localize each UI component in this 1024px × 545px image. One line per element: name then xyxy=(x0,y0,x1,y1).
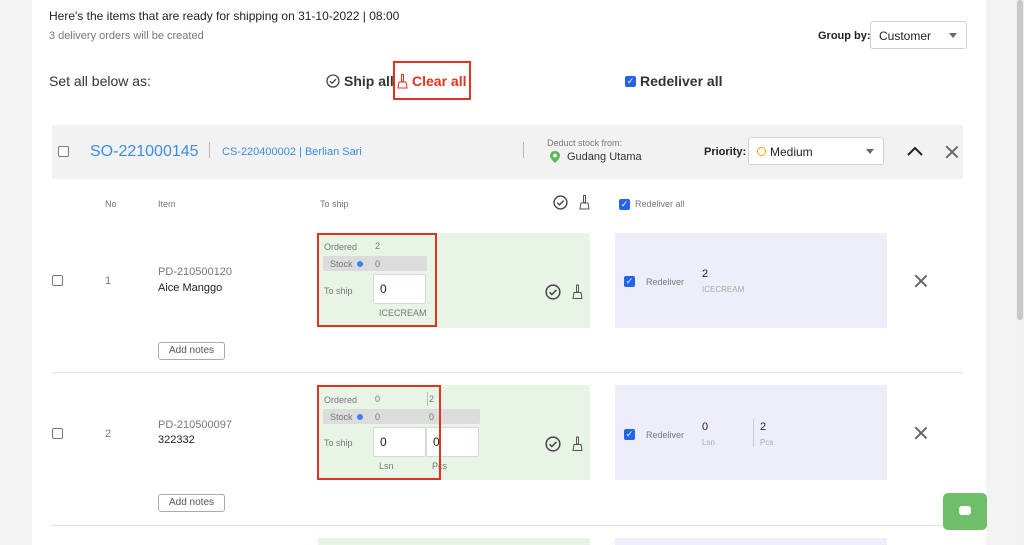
group-by-label: Group by: xyxy=(818,30,871,42)
broom-icon[interactable] xyxy=(572,284,583,300)
priority-select[interactable]: Medium xyxy=(748,137,884,165)
redeliver-checkbox[interactable]: ✓ xyxy=(624,276,635,287)
group-by-select[interactable]: Customer xyxy=(870,21,967,49)
chevron-down-icon xyxy=(949,33,957,38)
row-number: 1 xyxy=(105,275,112,287)
add-notes-button[interactable]: Add notes xyxy=(158,342,225,360)
chevron-down-icon xyxy=(866,149,874,154)
summary-subtitle: 3 delivery orders will be created xyxy=(49,30,204,42)
row-divider xyxy=(52,525,963,526)
divider xyxy=(523,142,524,158)
broom-icon xyxy=(397,73,408,88)
redeliver-checkbox[interactable]: ✓ xyxy=(624,429,635,440)
redeliver-qty-1: 0 xyxy=(702,421,709,433)
redeliver-qty-2: 2 xyxy=(760,421,767,433)
customer-link[interactable]: CS-220400002 | Berlian Sari xyxy=(222,146,362,158)
divider xyxy=(753,419,754,447)
broom-icon[interactable] xyxy=(572,436,583,452)
item-code: PD-210500097 xyxy=(158,419,233,431)
row-checkbox[interactable] xyxy=(52,428,63,439)
summary-title: Here's the items that are ready for ship… xyxy=(49,9,400,23)
divider xyxy=(209,142,210,158)
highlight-box xyxy=(317,385,441,480)
priority-label: Priority: xyxy=(704,146,747,158)
redeliver-all-column-checkbox[interactable]: ✓ xyxy=(619,199,630,210)
redeliver-qty: 2 xyxy=(702,268,709,280)
redeliver-label: Redeliver xyxy=(646,430,685,440)
item-code: PD-210500120 xyxy=(158,266,233,278)
highlight-box xyxy=(317,233,437,327)
order-checkbox[interactable] xyxy=(58,146,69,157)
redeliver-unit-2: Pcs xyxy=(760,438,774,447)
check-circle-icon[interactable] xyxy=(545,284,561,300)
column-redeliver-all: Redeliver all xyxy=(635,199,685,209)
close-icon[interactable] xyxy=(945,145,959,159)
ship-all-button[interactable]: Ship all xyxy=(326,72,394,90)
column-to-ship: To ship xyxy=(320,199,349,209)
row-divider xyxy=(52,372,963,373)
redeliver-all-checkbox[interactable]: ✓ xyxy=(625,76,636,87)
so-number-link[interactable]: SO-221000145 xyxy=(90,143,199,161)
item-name: Aice Manggo xyxy=(158,282,223,294)
warehouse-name: Gudang Utama xyxy=(567,151,642,163)
remove-row-icon[interactable] xyxy=(914,426,928,440)
remove-row-icon[interactable] xyxy=(914,274,928,288)
ship-all-label: Ship all xyxy=(344,73,394,89)
row-number: 2 xyxy=(105,428,112,440)
check-circle-icon[interactable] xyxy=(553,195,568,210)
redeliver-all-label: Redeliver all xyxy=(640,73,723,89)
add-notes-button[interactable]: Add notes xyxy=(158,494,225,512)
priority-value: Medium xyxy=(770,145,813,159)
check-circle-icon[interactable] xyxy=(545,436,561,452)
deduct-stock-label: Deduct stock from: xyxy=(547,138,623,148)
location-pin-icon xyxy=(550,151,560,163)
clear-all-button[interactable]: Clear all xyxy=(397,72,466,90)
item-name: 322332 xyxy=(158,434,195,446)
row-checkbox[interactable] xyxy=(52,275,63,286)
group-by-value: Customer xyxy=(879,29,932,43)
chevron-up-icon[interactable] xyxy=(907,146,923,156)
priority-dot-icon xyxy=(757,147,766,156)
column-no: No xyxy=(105,199,117,209)
redeliver-panel xyxy=(615,538,887,545)
redeliver-unit: ICECREAM xyxy=(702,285,745,294)
redeliver-label: Redeliver xyxy=(646,277,685,287)
check-circle-icon xyxy=(326,74,340,88)
clear-all-label: Clear all xyxy=(412,73,467,89)
set-all-label: Set all below as: xyxy=(49,73,151,89)
chat-widget-button[interactable] xyxy=(943,493,987,530)
redeliver-unit-1: Lsn xyxy=(702,438,715,447)
scrollbar[interactable] xyxy=(1016,0,1024,545)
scrollbar-thumb[interactable] xyxy=(1017,0,1023,320)
column-item: Item xyxy=(158,199,176,209)
to-ship-panel xyxy=(318,538,590,545)
broom-icon[interactable] xyxy=(579,195,590,210)
chat-icon xyxy=(959,506,971,515)
